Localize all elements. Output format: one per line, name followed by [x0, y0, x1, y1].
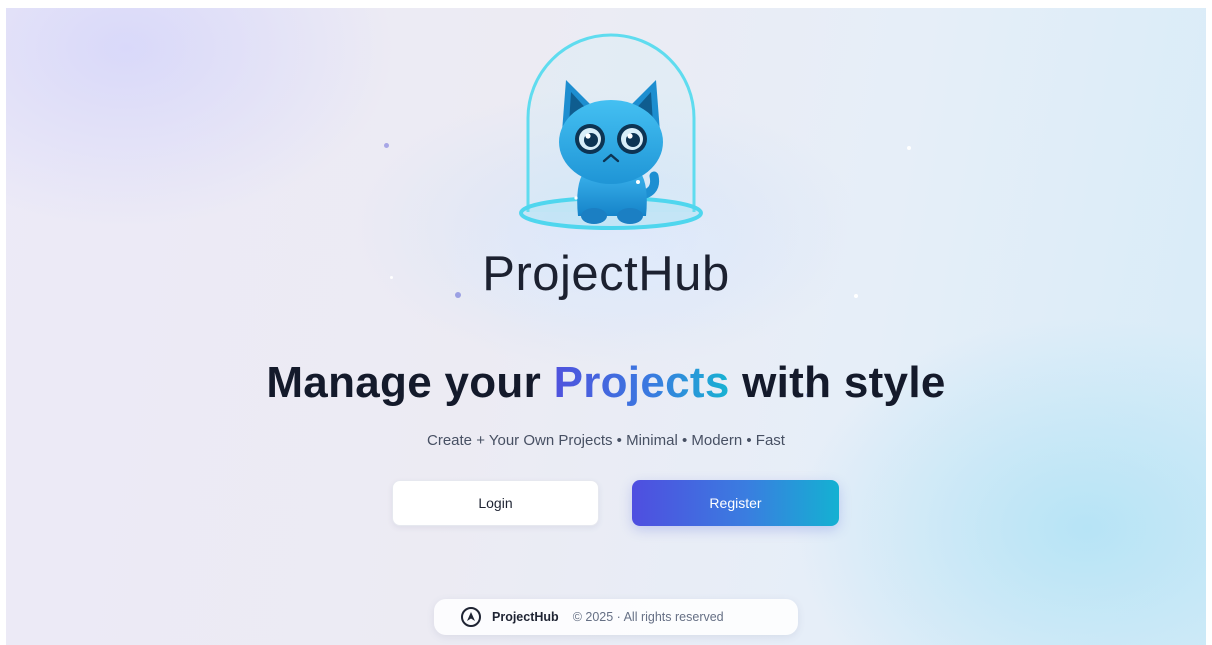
footer-copyright: © 2025 · All rights reserved [572, 610, 724, 624]
register-button[interactable]: Register [632, 480, 839, 526]
compass-logo-icon [461, 607, 481, 627]
hero-headline: Manage your Projects with style [6, 358, 1206, 408]
footer-brand: ProjectHub [492, 610, 559, 624]
sparkle-dot [907, 146, 911, 150]
register-button-label: Register [709, 495, 762, 511]
footer-badge: ProjectHub © 2025 · All rights reserved [434, 599, 798, 635]
login-button[interactable]: Login [392, 480, 599, 526]
brand-name: ProjectHub [482, 247, 730, 301]
cat-under-glass-dome-icon [519, 33, 703, 230]
hero-subtitle: Create + Your Own Projects • Minimal • M… [427, 432, 785, 449]
headline-text: Manage your [266, 358, 554, 407]
login-button-label: Login [478, 495, 513, 511]
sparkle-dot [384, 143, 389, 148]
headline-accent: Projects [553, 358, 730, 407]
landing-page: ProjectHub Manage your Projects with sty… [6, 8, 1206, 645]
headline-text-end: with style [729, 358, 946, 407]
